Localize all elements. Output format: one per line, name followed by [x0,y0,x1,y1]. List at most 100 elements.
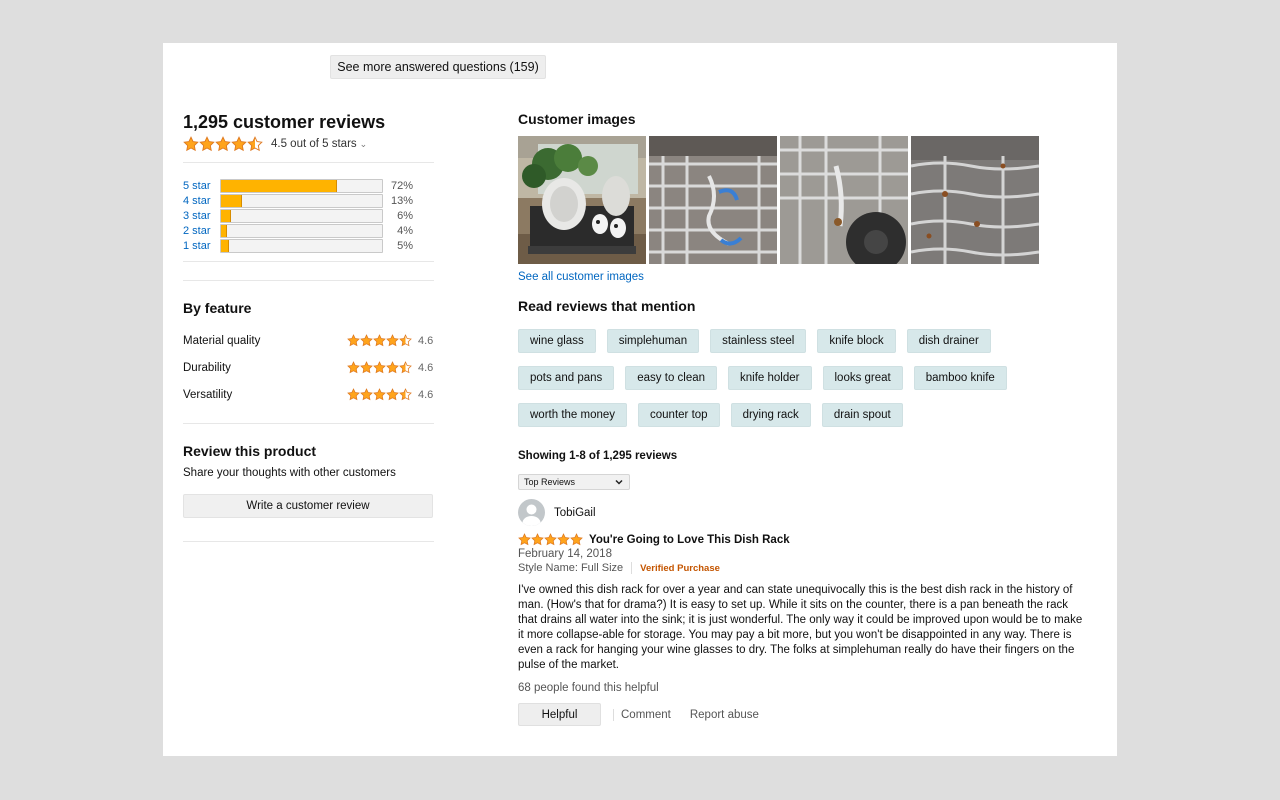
histogram-label[interactable]: 2 star [183,225,220,237]
star-icon [360,361,373,374]
mention-tags: wine glass simplehuman stainless steel knif… [518,329,1018,440]
histogram-label[interactable]: 5 star [183,180,220,192]
star-icon [399,361,412,374]
customer-image-dish-rack[interactable] [518,136,646,264]
review-date: February 14, 2018 [518,548,612,560]
histogram-row[interactable]: 2 star 4% [183,223,434,238]
histogram-bar[interactable] [220,193,383,208]
feature-name: Material quality [183,334,261,347]
average-rating-text[interactable]: 4.5 out of 5 stars [271,138,357,150]
avatar[interactable] [518,499,545,526]
histogram-label[interactable]: 4 star [183,195,220,207]
customer-image-rack-wires[interactable] [649,136,777,264]
review-item: TobiGail You're Going to Love This Dish … [518,499,1088,726]
feature-rating: 4.6 [347,388,434,401]
divider [613,708,614,721]
feature-stars [347,361,412,374]
customer-image-rack-wheel[interactable] [780,136,908,264]
customer-image-rack-rust[interactable] [911,136,1039,264]
average-rating[interactable]: 4.5 out of 5 stars ⌄ [183,136,434,152]
see-more-questions-button[interactable]: See more answered questions (159) [330,55,546,79]
sort-dropdown[interactable]: Top Reviews [518,474,630,490]
mention-tag[interactable]: worth the money [518,403,628,427]
histogram-label[interactable]: 1 star [183,240,220,252]
review-style[interactable]: Style Name: Full Size [518,562,623,574]
review-actions: Helpful Comment Report abuse [518,703,1088,726]
star-icon [386,361,399,374]
histogram-bar-fill [221,239,230,252]
review-stars [518,533,583,546]
histogram-label[interactable]: 3 star [183,210,220,222]
star-icon [399,388,412,401]
mention-tag[interactable]: simplehuman [606,329,700,353]
feature-row: Material quality 4.6 [183,327,434,354]
divider [183,280,434,281]
reviews-main: Customer images See all customer images … [518,111,1088,726]
histogram-bar-fill [221,224,228,237]
write-review-button[interactable]: Write a customer review [183,494,433,518]
mention-tag[interactable]: drying rack [730,403,811,427]
histogram-row[interactable]: 1 star 5% [183,238,434,253]
divider [183,261,434,262]
mention-tag[interactable]: wine glass [518,329,596,353]
mention-tag[interactable]: bamboo knife [913,366,1007,390]
reviewer-profile[interactable]: TobiGail [518,499,1088,526]
divider [183,541,434,542]
mention-tag[interactable]: stainless steel [710,329,807,353]
mention-tag[interactable]: counter top [638,403,720,427]
star-icon [557,533,570,546]
helpful-button[interactable]: Helpful [518,703,601,726]
histogram-percent[interactable]: 6% [383,210,413,222]
star-icon [347,334,360,347]
review-title-row: You're Going to Love This Dish Rack [518,533,1088,546]
feature-row: Versatility 4.6 [183,381,434,408]
reviewer-name[interactable]: TobiGail [554,507,596,519]
star-icon [518,533,531,546]
divider [183,423,434,424]
feature-stars [347,388,412,401]
histogram-percent[interactable]: 72% [383,180,413,192]
histogram-bar[interactable] [220,238,383,253]
histogram-bar[interactable] [220,208,383,223]
mention-tag[interactable]: drain spout [821,403,903,427]
star-icon [247,136,263,152]
chevron-down-icon [615,479,623,485]
histogram-row[interactable]: 4 star 13% [183,193,434,208]
mention-tag[interactable]: easy to clean [625,366,718,390]
histogram-percent[interactable]: 5% [383,240,413,252]
histogram-bar-fill [221,194,242,207]
report-abuse-link[interactable]: Report abuse [690,709,759,721]
chevron-down-icon[interactable]: ⌄ [360,139,368,150]
review-product-subtitle: Share your thoughts with other customers [183,467,396,479]
star-icon [347,361,360,374]
star-icon [373,334,386,347]
review-title[interactable]: You're Going to Love This Dish Rack [589,534,790,546]
feature-name: Durability [183,361,231,374]
mention-tag[interactable]: pots and pans [518,366,615,390]
comment-link[interactable]: Comment [621,709,671,721]
sort-selected-value: Top Reviews [524,477,576,487]
mention-tag[interactable]: looks great [822,366,903,390]
star-icon [386,388,399,401]
mention-tag[interactable]: knife holder [728,366,812,390]
star-icon [373,388,386,401]
histogram-percent[interactable]: 4% [383,225,413,237]
mentions-heading: Read reviews that mention [518,298,696,314]
histogram-bar[interactable] [220,178,383,193]
mention-tag[interactable]: dish drainer [906,329,991,353]
histogram-row[interactable]: 5 star 72% [183,178,434,193]
histogram-percent[interactable]: 13% [383,195,413,207]
feature-rating: 4.6 [347,334,434,347]
verified-purchase-badge: Verified Purchase [640,562,720,574]
mention-tag[interactable]: knife block [817,329,896,353]
star-icon [386,334,399,347]
feature-rating: 4.6 [347,361,434,374]
histogram-bar[interactable] [220,223,383,238]
star-icon [215,136,231,152]
histogram-row[interactable]: 3 star 6% [183,208,434,223]
feature-score: 4.6 [418,388,434,401]
review-body: I've owned this dish rack for over a yea… [518,584,1083,671]
see-all-images-link[interactable]: See all customer images [518,271,1088,283]
star-icon [373,361,386,374]
total-reviews-heading: 1,295 customer reviews [183,112,386,132]
